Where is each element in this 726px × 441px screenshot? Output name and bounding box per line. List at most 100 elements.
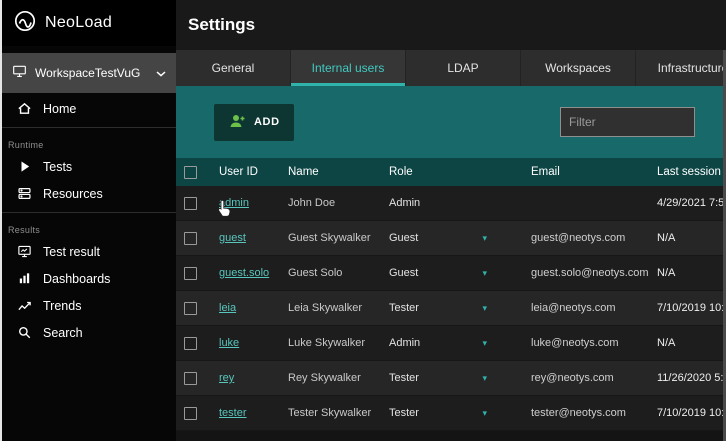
user-id-link[interactable]: luke: [219, 337, 239, 349]
user-email: rey@neotys.com: [531, 372, 614, 384]
row-checkbox-cell: [176, 196, 219, 210]
table-row: admin John Doe Admin ▾ 4/29/2021 7:5: [176, 186, 726, 221]
bottom-strip: [176, 431, 726, 441]
row-checkbox[interactable]: [184, 301, 197, 315]
chevron-down-icon: [156, 66, 166, 80]
table-row: luke Luke Skywalker Admin ▾ luke@neotys.…: [176, 326, 726, 361]
last-session: N/A: [657, 232, 676, 244]
header-checkbox-cell: [176, 165, 219, 179]
role-value: Tester: [389, 372, 419, 384]
role-value: Guest: [389, 232, 419, 244]
user-id-link[interactable]: admin: [219, 197, 249, 209]
role-dropdown-icon[interactable]: ▾: [482, 303, 487, 314]
row-checkbox[interactable]: [184, 196, 197, 210]
user-email: guest@neotys.com: [531, 232, 626, 244]
table-body: admin John Doe Admin ▾ 4/29/2021 7:5 gue…: [176, 186, 726, 431]
row-checkbox-cell: [176, 406, 219, 420]
column-header-role[interactable]: Role: [389, 166, 531, 178]
last-session: 7/10/2019 10:: [657, 407, 725, 419]
add-button[interactable]: ADD: [214, 103, 294, 141]
sidebar-item-label: Search: [43, 325, 83, 340]
app-window: NeoLoad WorkspaceTestVuG Home Runtime Test…: [0, 0, 726, 441]
bar-chart-icon: [17, 271, 32, 286]
role-cell: Guest ▾: [389, 267, 531, 279]
user-email: luke@neotys.com: [531, 337, 619, 349]
role-value: Tester: [389, 407, 419, 419]
sidebar-item-test-result[interactable]: Test result: [0, 238, 176, 265]
tab-general[interactable]: General: [176, 50, 291, 86]
column-header-user-id[interactable]: User ID: [219, 166, 288, 178]
table-row: rey Rey Skywalker Tester ▾ rey@neotys.co…: [176, 361, 726, 396]
add-button-label: ADD: [254, 116, 280, 128]
section-label-results: Results: [8, 225, 41, 235]
sidebar-item-resources[interactable]: Resources: [0, 180, 176, 207]
role-dropdown-icon[interactable]: ▾: [482, 338, 487, 349]
user-name: Guest Skywalker: [288, 232, 371, 244]
sidebar-item-label: Test result: [43, 244, 100, 259]
sidebar-item-tests[interactable]: Tests: [0, 153, 176, 180]
row-checkbox[interactable]: [184, 406, 197, 420]
sidebar-item-home[interactable]: Home: [0, 95, 176, 122]
page-title: Settings: [188, 15, 256, 34]
last-session: N/A: [657, 337, 676, 349]
logo-text: NeoLoad: [45, 14, 113, 31]
tab-internal-users[interactable]: Internal users: [291, 50, 406, 86]
role-dropdown-icon[interactable]: ▾: [482, 233, 487, 244]
row-checkbox-cell: [176, 231, 219, 245]
search-icon: [17, 325, 32, 340]
section-label-runtime: Runtime: [8, 140, 44, 150]
user-id-link[interactable]: rey: [219, 372, 234, 384]
add-user-icon: [228, 113, 246, 132]
user-name: Luke Skywalker: [288, 337, 366, 349]
divider: [0, 127, 176, 128]
table-row: guest Guest Skywalker Guest ▾ guest@neot…: [176, 221, 726, 256]
home-icon: [17, 101, 32, 116]
sidebar: NeoLoad WorkspaceTestVuG Home Runtime Test…: [0, 0, 176, 441]
tab-infrastructure[interactable]: Infrastructure: [636, 50, 726, 86]
role-dropdown-icon[interactable]: ▾: [482, 408, 487, 419]
role-value: Tester: [389, 302, 419, 314]
role-dropdown-icon[interactable]: ▾: [482, 373, 487, 384]
row-checkbox[interactable]: [184, 231, 197, 245]
table-header: User ID Name Role Email Last session: [176, 158, 726, 186]
role-value: Guest: [389, 267, 419, 279]
role-dropdown-icon[interactable]: ▾: [482, 268, 487, 279]
row-checkbox-cell: [176, 371, 219, 385]
main-content: Settings General Internal users LDAP Worksp…: [176, 0, 726, 441]
column-header-last-session[interactable]: Last session: [657, 166, 726, 178]
row-checkbox-cell: [176, 336, 219, 350]
user-id-link[interactable]: guest.solo: [219, 267, 269, 279]
column-header-name[interactable]: Name: [288, 166, 389, 178]
user-id-link[interactable]: guest: [219, 232, 246, 244]
sidebar-item-trends[interactable]: Trends: [0, 292, 176, 319]
sidebar-item-dashboards[interactable]: Dashboards: [0, 265, 176, 292]
monitor-icon: [17, 244, 32, 259]
sidebar-nav: Home Runtime Tests Resources Results Test res…: [0, 93, 176, 346]
workspace-selector[interactable]: WorkspaceTestVuG: [0, 53, 176, 93]
neoload-logo[interactable]: NeoLoad: [0, 0, 176, 46]
row-checkbox[interactable]: [184, 371, 197, 385]
neoload-logo-icon: [13, 9, 37, 38]
select-all-checkbox[interactable]: [184, 165, 197, 179]
last-session: 7/10/2019 10:: [657, 302, 725, 314]
filter-input[interactable]: [560, 107, 695, 137]
user-id-link[interactable]: tester: [219, 407, 247, 419]
role-cell: Guest ▾: [389, 232, 531, 244]
row-checkbox[interactable]: [184, 336, 197, 350]
last-session: 11/26/2020 5:: [657, 372, 724, 384]
tab-ldap[interactable]: LDAP: [406, 50, 521, 86]
role-cell: Tester ▾: [389, 302, 531, 314]
sidebar-item-search[interactable]: Search: [0, 319, 176, 346]
role-cell: Tester ▾: [389, 372, 531, 384]
sidebar-item-label: Trends: [43, 298, 82, 313]
user-email: guest.solo@neotys.com: [531, 267, 649, 279]
column-header-email[interactable]: Email: [531, 166, 657, 178]
table-row: tester Tester Skywalker Tester ▾ tester@…: [176, 396, 726, 431]
role-value: Admin: [389, 337, 421, 349]
tab-workspaces[interactable]: Workspaces: [521, 50, 636, 86]
table-row: leia Leia Skywalker Tester ▾ leia@neotys…: [176, 291, 726, 326]
user-id-link[interactable]: leia: [219, 302, 236, 314]
server-icon: [17, 186, 32, 201]
row-checkbox[interactable]: [184, 266, 197, 280]
row-checkbox-cell: [176, 266, 219, 280]
